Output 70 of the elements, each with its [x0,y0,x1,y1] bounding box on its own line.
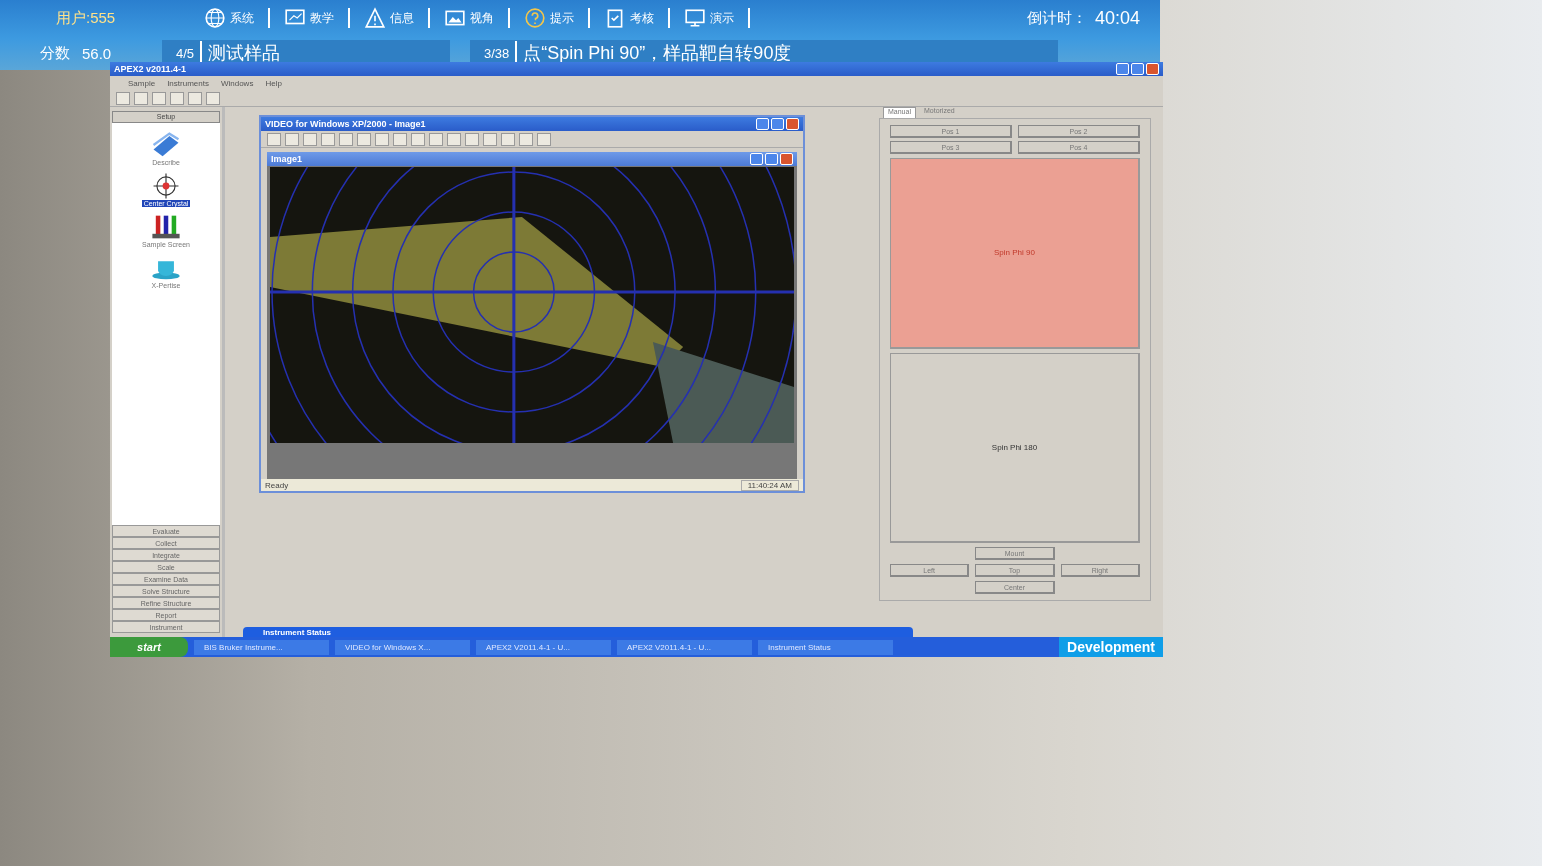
status-text: Ready [265,480,289,490]
toolbar-button[interactable] [375,132,389,146]
taskbar-button[interactable]: APEX2 V2011.4-1 - U... [476,639,611,655]
maximize-button[interactable] [765,153,778,165]
menu-item[interactable]: Instruments [167,78,209,88]
minimize-button[interactable] [756,118,769,130]
nav-button[interactable]: 教学 [270,8,350,28]
status-time: 11:40:24 AM [740,479,799,491]
taskbar-button[interactable]: VIDEO for Windows X... [335,639,470,655]
toolbar-button[interactable] [465,132,479,146]
toolbar-button[interactable] [411,132,425,146]
app-title: APEX2 v2011.4-1 [114,64,187,74]
nav-button[interactable]: 演示 [670,8,750,28]
toolbar-button[interactable] [134,91,148,105]
toolbar-button[interactable] [152,91,166,105]
maximize-button[interactable] [771,118,784,130]
toolbar-button[interactable] [188,91,202,105]
toolbar-button[interactable] [116,91,130,105]
spin-button[interactable]: Spin Phi 90 [890,158,1140,349]
toolbar-button[interactable] [285,132,299,146]
close-button[interactable] [780,153,793,165]
popup-title: Instrument Status [263,627,331,637]
minimize-button[interactable] [750,153,763,165]
video-window-title: VIDEO for Windows XP/2000 - Image1 [265,119,426,129]
image-window-title: Image1 [271,154,303,164]
taskbar-button[interactable]: APEX2 V2011.4-1 - U... [617,639,752,655]
toolbar-button[interactable] [357,132,371,146]
tubes-icon [149,213,183,241]
maximize-button[interactable] [1131,63,1144,75]
menu-item[interactable]: Windows [220,78,254,88]
countdown-label: 倒计时： [1026,8,1087,28]
close-button[interactable] [786,118,799,130]
nav-button[interactable]: 系统 [190,8,270,28]
monitor-icon [684,7,706,29]
toolbar-button[interactable] [483,132,497,146]
toolbar-button[interactable] [447,132,461,146]
spin-button[interactable]: Spin Phi 180 [890,352,1140,543]
score-value: 56.0 [82,44,113,62]
toolbar-button[interactable] [501,132,515,146]
toolbar-button[interactable] [267,132,281,146]
toolbar-button[interactable] [303,132,317,146]
nav-button[interactable]: 视角 [430,8,510,28]
toolbar-button[interactable] [170,91,184,105]
tray-label: Development [1059,637,1163,657]
nav-button[interactable]: 提示 [510,8,590,28]
taskbar-button[interactable]: BIS Bruker Instrume... [194,639,329,655]
minimize-button[interactable] [1116,63,1129,75]
step-counter: 4/5 [176,45,195,61]
menu-item[interactable]: Sample [128,78,156,88]
countdown-timer: 40:04 [1094,7,1140,29]
instrument-status-window-tab[interactable]: Instrument Status [243,627,913,637]
score-label: 分数 [40,43,70,63]
toolbar-button[interactable] [321,132,335,146]
taskbar-button[interactable]: Instrument Status [758,639,893,655]
start-button[interactable]: start [110,637,188,657]
user-label: 用户:555 [55,8,117,28]
globe-icon [204,7,226,29]
warning-icon [364,7,386,29]
toolbar-button[interactable] [519,132,533,146]
toolbar-button[interactable] [206,91,220,105]
toolbar-button[interactable] [339,132,353,146]
task-counter: 3/38 [484,45,510,61]
toolbar-button[interactable] [393,132,407,146]
toolbar-button[interactable] [429,132,443,146]
toolbar-button[interactable] [537,132,551,146]
nav-button[interactable]: 信息 [350,8,430,28]
nav-button[interactable]: 考核 [590,8,670,28]
help-icon [524,7,546,29]
menu-item[interactable]: Help [265,78,282,88]
close-button[interactable] [1146,63,1159,75]
